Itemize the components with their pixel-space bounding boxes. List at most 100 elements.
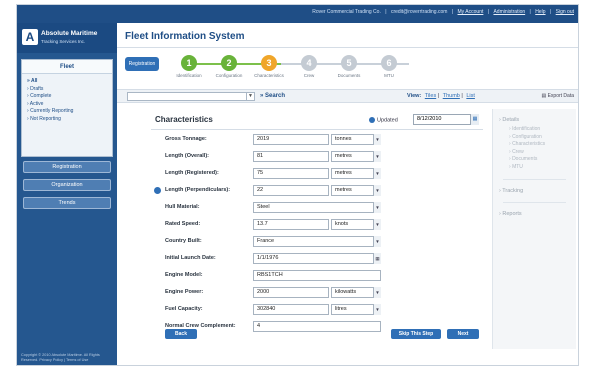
form-row-fuel-capacity: Fuel Capacity: 302840 litres ▼	[151, 303, 483, 317]
divider	[117, 47, 578, 48]
length-registered-input[interactable]: 75	[253, 168, 329, 179]
divider	[151, 129, 483, 130]
filter-item-all[interactable]: » All	[27, 78, 107, 86]
step-number: 3	[261, 55, 277, 71]
organization-button[interactable]: Organization	[23, 179, 111, 191]
info-icon	[369, 117, 375, 123]
form-row-length-registered: Length (Registered): 75 metres ▼	[151, 167, 483, 181]
page-title: Fleet Information System	[125, 31, 245, 42]
registration-stepper: Registration 1 Identification 2 Configur…	[125, 53, 578, 85]
step-crew[interactable]: 4 Crew	[289, 53, 329, 78]
form-row-hull-material: Hull Material: Steel ▼	[151, 201, 483, 215]
length-perpendiculars-unit-select[interactable]: metres ▼	[331, 185, 381, 196]
sidebar: A Absolute Maritime Tracking Services In…	[17, 23, 117, 365]
trends-button[interactable]: Trends	[23, 197, 111, 209]
logo-title: Absolute Maritime	[41, 30, 98, 37]
tracking-section[interactable]: › Tracking	[499, 188, 570, 194]
hull-material-select[interactable]: Steel ▼	[253, 202, 381, 213]
fleet-filter-title: Fleet	[22, 60, 112, 74]
info-icon[interactable]	[154, 187, 161, 194]
view-label: View:	[407, 93, 422, 99]
initial-launch-date-input[interactable]: 1/1/1976 ▦	[253, 253, 381, 264]
reports-section[interactable]: › Reports	[499, 211, 570, 217]
step-mtu[interactable]: 6 MTU	[369, 53, 409, 78]
length-overall-unit-select[interactable]: metres ▼	[331, 151, 381, 162]
search-button[interactable]: » Search	[260, 93, 285, 99]
engine-model-input[interactable]: RBS1TCH	[253, 270, 381, 281]
field-label: Country Built:	[165, 238, 202, 244]
fuel-capacity-input[interactable]: 302840	[253, 304, 329, 315]
chevron-down-icon: ▼	[373, 134, 381, 145]
details-item-mtu[interactable]: › MTU	[499, 164, 570, 172]
filter-item-active[interactable]: › Active	[27, 101, 107, 109]
step-configuration[interactable]: 2 Configuration	[209, 53, 249, 78]
chevron-down-icon[interactable]: ▼	[246, 93, 254, 100]
normal-crew-complement-input[interactable]: 4	[253, 321, 381, 332]
back-button[interactable]: Back	[165, 329, 197, 339]
filter-item-currently-reporting[interactable]: › Currently Reporting	[27, 108, 107, 116]
chevron-down-icon: ▼	[373, 287, 381, 298]
view-switcher: View: Tiles | Thumb | List	[407, 93, 475, 99]
copyright-text: Copyright © 2010 Absolute Maritime. All …	[21, 353, 100, 362]
rated-speed-unit-select[interactable]: knots ▼	[331, 219, 381, 230]
chevron-down-icon: ▼	[373, 151, 381, 162]
details-item-identification[interactable]: › Identification	[499, 126, 570, 134]
step-documents[interactable]: 5 Documents	[329, 53, 369, 78]
engine-power-unit-select[interactable]: kilowatts ▼	[331, 287, 381, 298]
field-label: Initial Launch Date:	[165, 255, 216, 261]
view-tiles-link[interactable]: Tiles	[425, 93, 436, 99]
chevron-down-icon: ▼	[373, 219, 381, 230]
fuel-capacity-unit-select[interactable]: litres ▼	[331, 304, 381, 315]
step-number: 1	[181, 55, 197, 71]
engine-power-input[interactable]: 2000	[253, 287, 329, 298]
sign-out-link[interactable]: Sign out	[556, 9, 574, 15]
step-number: 5	[341, 55, 357, 71]
details-item-crew[interactable]: › Crew	[499, 149, 570, 157]
calendar-icon[interactable]: ▦	[470, 114, 479, 125]
field-label: Length (Registered):	[165, 170, 219, 176]
form-row-rated-speed: Rated Speed: 13.7 knots ▼	[151, 218, 483, 232]
chevron-down-icon: ▼	[373, 202, 381, 213]
chevron-down-icon: ▼	[373, 236, 381, 247]
administration-link[interactable]: Administration	[493, 9, 525, 15]
divider	[503, 179, 566, 180]
form-row-engine-power: Engine Power: 2000 kilowatts ▼	[151, 286, 483, 300]
gross-tonnage-input[interactable]: 2019	[253, 134, 329, 145]
details-section[interactable]: › Details	[499, 117, 570, 123]
length-overall-input[interactable]: 81	[253, 151, 329, 162]
details-item-configuration[interactable]: › Configuration	[499, 134, 570, 142]
step-characteristics[interactable]: 3 Characteristics	[249, 53, 289, 78]
registration-tab[interactable]: Registration	[125, 57, 159, 71]
export-data-button[interactable]: ▤ Export Data	[541, 93, 574, 99]
form-row-length-overall: Length (Overall): 81 metres ▼	[151, 150, 483, 164]
skip-this-step-button[interactable]: Skip This Step	[391, 329, 441, 339]
gross-tonnage-unit-select[interactable]: tonnes ▼	[331, 134, 381, 145]
length-registered-unit-select[interactable]: metres ▼	[331, 168, 381, 179]
right-navigation-panel: › Details › Identification › Configurati…	[492, 109, 576, 349]
rated-speed-input[interactable]: 13.7	[253, 219, 329, 230]
my-account-link[interactable]: My Account	[458, 9, 484, 15]
next-button[interactable]: Next	[447, 329, 479, 339]
step-number: 2	[221, 55, 237, 71]
filter-item-not-reporting[interactable]: › Not Reporting	[27, 116, 107, 124]
logo-icon: A	[22, 29, 38, 45]
updated-date-field[interactable]: 8/12/2010 ▦	[413, 114, 479, 125]
view-thumb-link[interactable]: Thumb	[443, 93, 460, 99]
fleet-filter-list: » All › Drafts › Complete › Active › Cur…	[22, 74, 112, 127]
country-built-select[interactable]: France ▼	[253, 236, 381, 247]
updated-indicator: Updated	[369, 117, 398, 123]
calendar-icon[interactable]: ▦	[373, 253, 381, 264]
details-item-documents[interactable]: › Documents	[499, 156, 570, 164]
registration-button[interactable]: Registration	[23, 161, 111, 173]
help-link[interactable]: Help	[535, 9, 545, 15]
chevron-down-icon: ▼	[373, 168, 381, 179]
filter-item-complete[interactable]: › Complete	[27, 93, 107, 101]
step-identification[interactable]: 1 Identification	[169, 53, 209, 78]
length-perpendiculars-input[interactable]: 22	[253, 185, 329, 196]
filter-item-drafts[interactable]: › Drafts	[27, 86, 107, 94]
section-title: Characteristics	[155, 115, 213, 124]
search-input[interactable]: ▼	[127, 92, 255, 101]
view-list-link[interactable]: List	[466, 93, 475, 99]
details-item-characteristics[interactable]: › Characteristics	[499, 141, 570, 149]
logo[interactable]: A Absolute Maritime Tracking Services In…	[17, 23, 117, 53]
